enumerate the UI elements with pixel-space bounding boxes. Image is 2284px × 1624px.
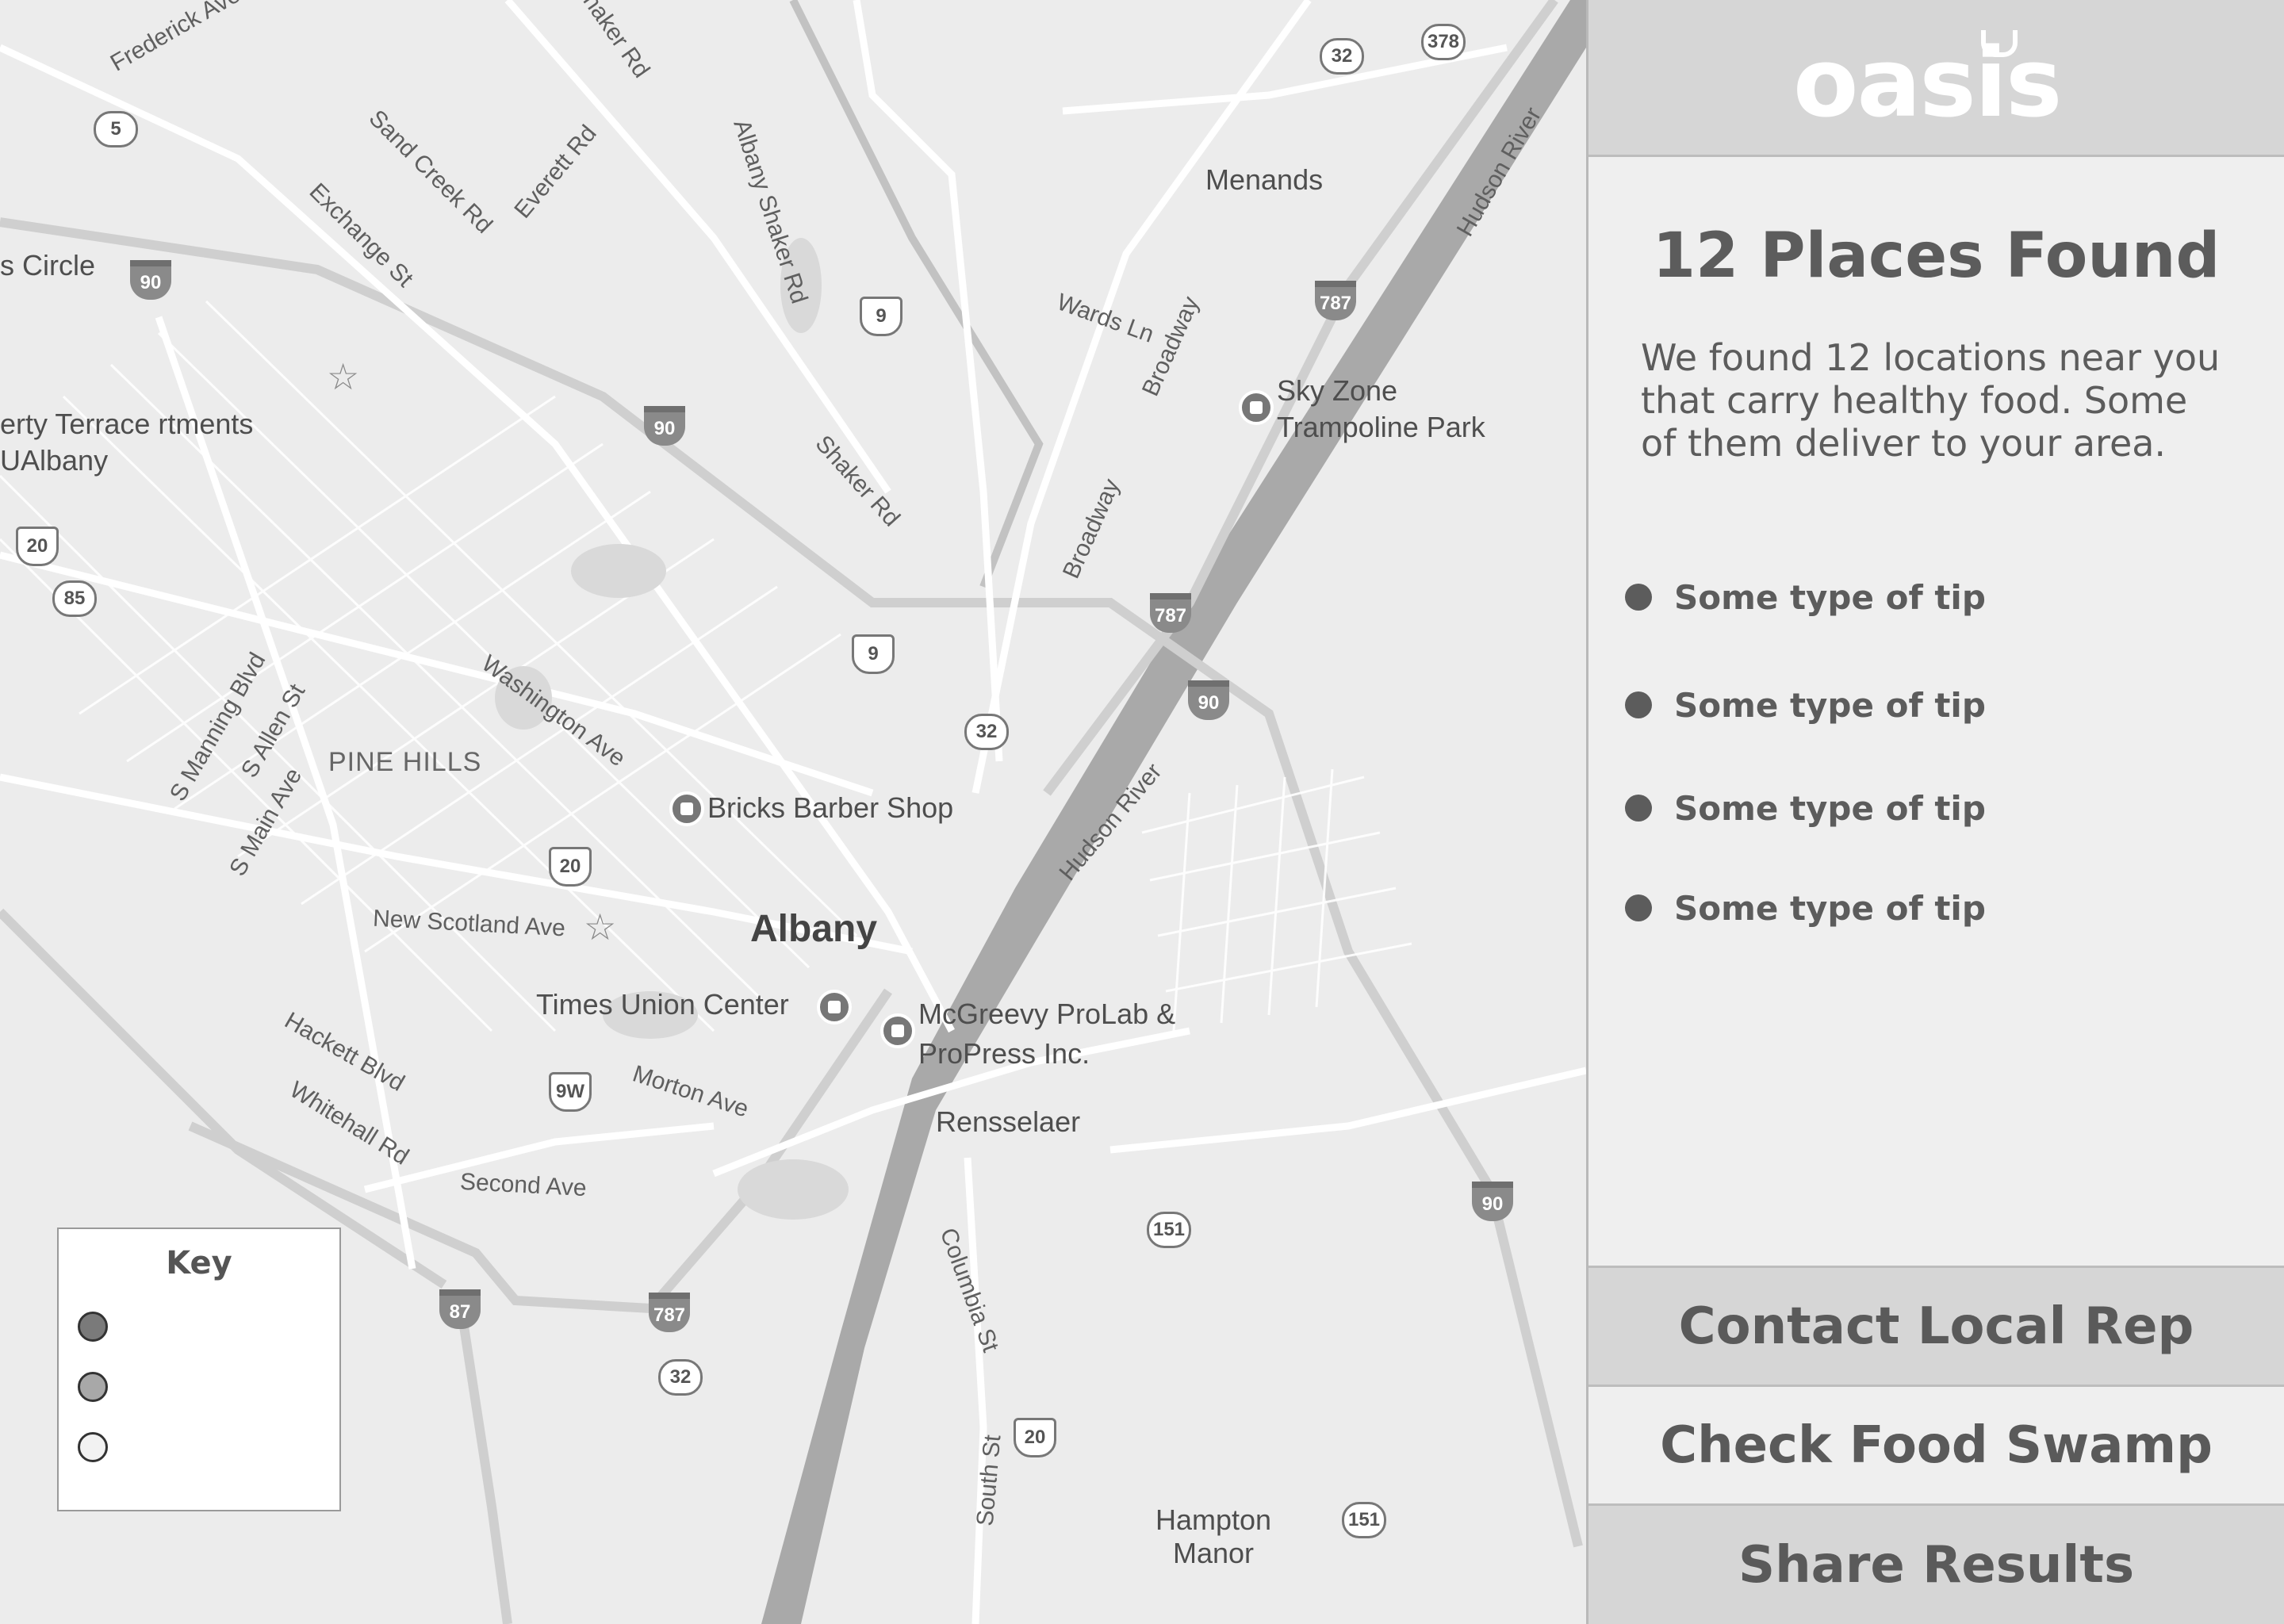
city-label: Albany (750, 908, 878, 950)
route-shield: 151 (1342, 1502, 1386, 1538)
route-shield: 85 (52, 580, 97, 617)
interstate-shield: 90 (130, 260, 171, 300)
map-key: Key (57, 1228, 341, 1511)
tip-text: Some type of tip (1674, 685, 1986, 725)
route-shield: 32 (1320, 38, 1364, 75)
us-route-shield: 20 (549, 847, 592, 887)
neighborhood-label: PINE HILLS (328, 747, 482, 777)
tip-text: Some type of tip (1674, 888, 1986, 928)
us-route-shield: 9W (549, 1072, 592, 1112)
place-label: s Circle (0, 249, 96, 282)
place-label: Menands (1205, 163, 1324, 196)
poi-label[interactable]: Bricks Barber Shop (707, 791, 953, 825)
tip-item: Some type of tip (1625, 577, 1986, 617)
check-food-swamp-button[interactable]: Check Food Swamp (1588, 1385, 2284, 1503)
results-description: We found 12 locations near you that carr… (1641, 336, 2221, 465)
interstate-shield: 787 (1150, 593, 1191, 633)
results-panel: oasis 12 Places Found We found 12 locati… (1586, 0, 2284, 1624)
interstate-shield: 90 (1472, 1182, 1513, 1221)
logo-bar: oasis (1588, 0, 2284, 157)
interstate-shield: 87 (439, 1289, 481, 1329)
trampoline-icon[interactable] (1239, 390, 1274, 425)
interstate-shield: 90 (1188, 680, 1229, 720)
poi-label[interactable]: Times Union Center (536, 988, 789, 1021)
oasis-logo: oasis (1793, 29, 2062, 139)
tip-text: Some type of tip (1674, 788, 1986, 828)
place-label: Hampton Manor (1155, 1503, 1272, 1569)
tip-text: Some type of tip (1674, 577, 1986, 617)
us-route-shield: 9 (852, 634, 895, 674)
place-label: erty Terrace rtments UAlbany (0, 408, 254, 477)
poi-label[interactable]: McGreevy ProLab & ProPress Inc. (918, 994, 1204, 1074)
results-heading: 12 Places Found (1652, 220, 2221, 292)
route-shield: 151 (1147, 1212, 1191, 1248)
key-dot-light (78, 1432, 108, 1462)
bullet-icon (1625, 691, 1652, 718)
share-results-button[interactable]: Share Results (1588, 1503, 2284, 1624)
route-shield: 32 (658, 1359, 703, 1396)
route-shield: 378 (1421, 24, 1466, 60)
contact-local-rep-button[interactable]: Contact Local Rep (1588, 1266, 2284, 1385)
map-view[interactable]: Frederick Ave Shaker Rd Sand Creek Rd Ev… (0, 0, 1586, 1624)
tip-item: Some type of tip (1625, 788, 1986, 828)
key-dot-medium (78, 1372, 108, 1402)
route-shield: 5 (94, 111, 138, 147)
place-label: Rensselaer (936, 1105, 1081, 1138)
us-route-shield: 9 (860, 297, 902, 336)
us-route-shield: 20 (16, 527, 59, 566)
stadium-icon[interactable] (817, 990, 852, 1025)
bullet-icon (1625, 795, 1652, 822)
star-icon: ☆ (584, 906, 617, 948)
star-icon: ☆ (327, 355, 360, 398)
key-title: Key (166, 1245, 232, 1281)
interstate-shield: 90 (644, 406, 685, 446)
shop-icon[interactable] (669, 791, 704, 826)
bullet-icon (1625, 584, 1652, 611)
interstate-shield: 787 (1315, 281, 1356, 320)
us-route-shield: 20 (1014, 1418, 1056, 1457)
fork-icon (1981, 30, 2018, 57)
poi-label[interactable]: Sky Zone Trampoline Park (1277, 373, 1515, 446)
bullet-icon (1625, 894, 1652, 921)
key-dot-dark (78, 1312, 108, 1342)
tip-item: Some type of tip (1625, 888, 1986, 928)
route-shield: 32 (964, 714, 1009, 750)
tip-item: Some type of tip (1625, 685, 1986, 725)
interstate-shield: 787 (649, 1293, 690, 1332)
camera-icon[interactable] (880, 1013, 915, 1048)
